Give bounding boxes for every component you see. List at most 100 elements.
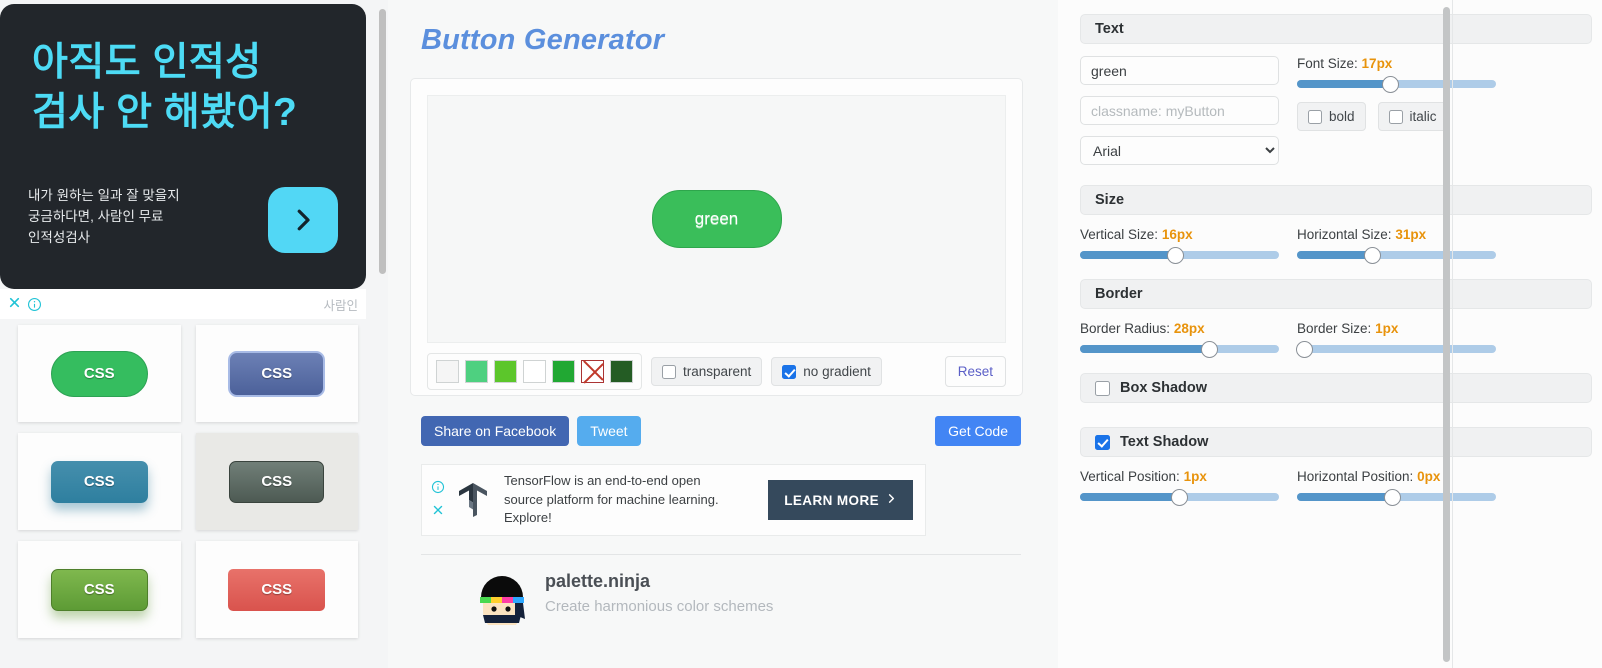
vertical-size-label-text: Vertical Size: [1080, 227, 1159, 242]
gallery-button[interactable]: CSS [50, 350, 148, 397]
share-facebook-button[interactable]: Share on Facebook [421, 416, 570, 446]
section-header-size: Size [1080, 185, 1592, 215]
gallery-card[interactable]: CSS [195, 541, 358, 638]
button-label-input[interactable] [1080, 56, 1279, 85]
shadow-vertical-label-text: Vertical Position: [1080, 469, 1180, 484]
horizontal-size-label-text: Horizontal Size: [1297, 227, 1392, 242]
vertical-size-value: 16px [1161, 227, 1193, 242]
shadow-horizontal-slider[interactable] [1297, 488, 1496, 506]
swatch-yellow-green[interactable] [494, 360, 517, 383]
slider-thumb[interactable] [1200, 340, 1218, 358]
swatch-none[interactable] [581, 360, 604, 383]
slider-fill [1297, 493, 1393, 501]
font-size-controls: Font Size: 17px bold italic [1297, 56, 1496, 165]
info-icon[interactable] [27, 297, 42, 312]
no-gradient-checkbox[interactable]: no gradient [771, 357, 882, 386]
checkbox-checked-icon[interactable] [782, 364, 797, 379]
gallery-card[interactable]: CSS [18, 541, 181, 638]
text-section-body: Arial Verdana Georgia Courier New Times … [1080, 56, 1592, 165]
classname-input[interactable] [1080, 96, 1279, 125]
checkbox-icon[interactable] [1388, 109, 1403, 124]
font-size-label-text: Font Size: [1297, 56, 1358, 71]
gallery-button[interactable]: CSS [228, 568, 326, 611]
vertical-size-slider[interactable] [1080, 246, 1279, 264]
preview-button[interactable]: green [651, 190, 782, 248]
tensorflow-logo-icon [456, 481, 490, 519]
ninja-avatar-icon [475, 571, 529, 631]
saramin-ad-banner[interactable]: 아직도 인적성 검사 안 해봤어? 내가 원하는 일과 잘 맞을지 궁금하다면,… [0, 4, 366, 289]
slider-thumb[interactable] [1364, 246, 1382, 264]
border-size-label: Border Size: 1px [1297, 321, 1496, 336]
size-section-body: Vertical Size: 16px Horizontal Size: 31p… [1080, 227, 1592, 264]
section-header-border: Border [1080, 279, 1592, 309]
slider-fill [1080, 345, 1210, 353]
palette-ninja-promo[interactable]: palette.ninja Create harmonious color sc… [475, 571, 1038, 631]
shadow-horizontal-value: 0px [1417, 469, 1441, 484]
main-scrollbar[interactable] [1443, 7, 1450, 662]
divider [421, 554, 1021, 555]
horizontal-size-label: Horizontal Size: 31px [1297, 227, 1496, 242]
font-size-label: Font Size: 17px [1297, 56, 1496, 71]
ad-brand-label: 사람인 [323, 298, 358, 313]
slider-thumb[interactable] [1384, 488, 1402, 506]
italic-label: italic [1409, 109, 1437, 124]
font-size-slider[interactable] [1297, 75, 1496, 93]
checkbox-icon[interactable] [662, 364, 676, 379]
font-size-value: 17px [1361, 56, 1393, 71]
font-family-select[interactable]: Arial Verdana Georgia Courier New Times … [1080, 136, 1279, 165]
bold-checkbox[interactable]: bold [1297, 102, 1366, 131]
border-size-control: Border Size: 1px [1296, 321, 1496, 358]
italic-checkbox[interactable]: italic [1377, 102, 1448, 131]
swatch-light-green[interactable] [465, 360, 488, 383]
gallery-button[interactable]: CSS [50, 460, 148, 503]
gallery-card[interactable]: CSS [18, 325, 181, 422]
checkbox-icon[interactable] [1095, 380, 1110, 396]
no-gradient-label: no gradient [803, 364, 871, 379]
border-radius-slider[interactable] [1080, 340, 1279, 358]
gallery-button[interactable]: CSS [50, 568, 148, 611]
slider-thumb[interactable] [1382, 75, 1400, 93]
tweet-button[interactable]: Tweet [577, 416, 641, 446]
close-icon[interactable] [8, 296, 21, 312]
learn-more-button[interactable]: LEARN MORE [768, 480, 913, 520]
main-content: Button Generator green transparent no gr… [388, 0, 1453, 668]
swatch-dark-green[interactable] [610, 360, 633, 383]
learn-more-label: LEARN MORE [784, 492, 879, 508]
horizontal-size-slider[interactable] [1297, 246, 1496, 264]
gallery-card[interactable]: CSS [195, 325, 358, 422]
border-size-slider[interactable] [1296, 340, 1496, 358]
slider-thumb[interactable] [1296, 340, 1314, 358]
section-header-box-shadow[interactable]: Box Shadow [1080, 373, 1592, 403]
left-scrollbar[interactable] [379, 9, 386, 274]
info-icon[interactable] [431, 480, 445, 499]
button-preview-area: green [427, 95, 1006, 343]
checkbox-checked-icon[interactable] [1095, 434, 1110, 450]
transparent-checkbox[interactable]: transparent [651, 357, 763, 386]
swatch-white-grey[interactable] [436, 360, 459, 383]
slider-fill [1080, 493, 1180, 501]
get-code-button[interactable]: Get Code [935, 416, 1021, 446]
vertical-size-control: Vertical Size: 16px [1080, 227, 1279, 264]
gallery-button[interactable]: CSS [229, 460, 325, 503]
checkbox-icon[interactable] [1308, 109, 1322, 124]
shadow-vertical-label: Vertical Position: 1px [1080, 469, 1279, 484]
slider-thumb[interactable] [1167, 246, 1185, 264]
swatch-white[interactable] [523, 360, 546, 383]
shadow-vertical-slider[interactable] [1080, 488, 1279, 506]
slider-thumb[interactable] [1171, 488, 1188, 506]
section-title-border: Border [1095, 286, 1143, 302]
ad-cta-button[interactable] [268, 187, 338, 253]
gallery-card[interactable]: CSS [18, 433, 181, 530]
swatch-green[interactable] [552, 360, 575, 383]
reset-button[interactable]: Reset [944, 356, 1006, 387]
section-header-text-shadow[interactable]: Text Shadow [1080, 427, 1592, 457]
gallery-button[interactable]: CSS [228, 350, 326, 397]
slider-fill [1297, 251, 1373, 259]
border-section-body: Border Radius: 28px Border Size: 1px [1080, 321, 1592, 358]
gallery-card[interactable]: CSS [195, 433, 358, 530]
text-shadow-section-body: Vertical Position: 1px Horizontal Positi… [1080, 469, 1592, 506]
palette-ninja-title: palette.ninja [545, 571, 651, 591]
tensorflow-ad-text: TensorFlow is an end-to-end open source … [504, 473, 719, 526]
tensorflow-ad[interactable]: TensorFlow is an end-to-end open source … [421, 464, 926, 536]
close-icon[interactable] [432, 503, 444, 521]
